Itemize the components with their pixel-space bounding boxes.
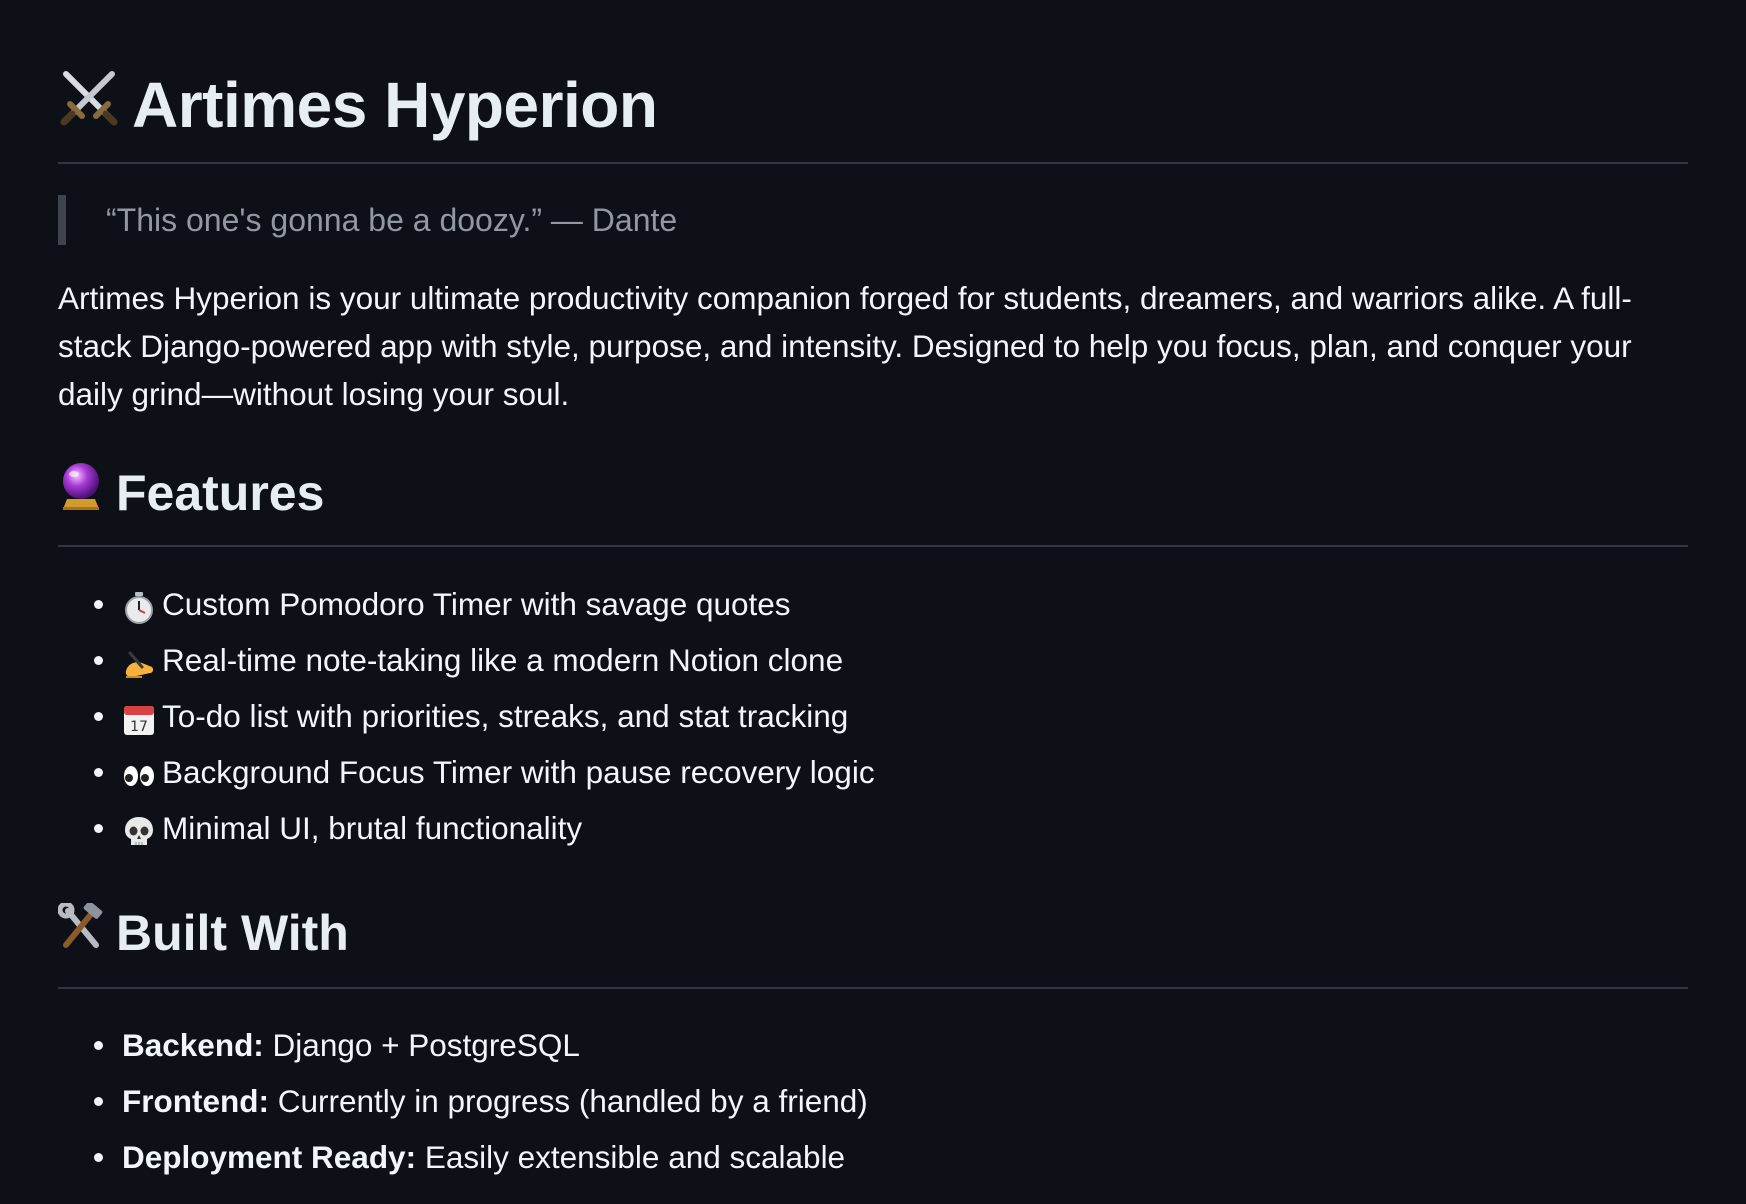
crystal-ball-icon: [58, 459, 104, 529]
skull-icon: [122, 810, 156, 846]
tech-value: Easily extensible and scalable: [416, 1138, 846, 1175]
bullet-icon: [94, 1096, 103, 1106]
list-item: Background Focus Timer with pause recove…: [58, 744, 1688, 800]
readme-content: Artimes Hyperion “This one's gonna be a …: [57, 0, 1688, 1185]
hammer-and-wrench-icon: [57, 899, 104, 969]
tech-label: Backend:: [122, 1026, 264, 1063]
calendar-icon: 17: [122, 698, 156, 736]
writing-hand-icon: [122, 642, 156, 679]
stopwatch-icon: [122, 586, 156, 625]
bullet-icon: [94, 599, 103, 609]
bullet-icon: [94, 823, 103, 833]
svg-text:17: 17: [130, 719, 148, 735]
built-with-list: Backend: Django + PostgreSQL Frontend: C…: [58, 1017, 1688, 1185]
page-title: Artimes Hyperion: [58, 0, 1688, 164]
built-with-heading: Built With: [57, 898, 1688, 989]
quote-text: “This one's gonna be a doozy.” — Dante: [106, 202, 678, 238]
bullet-icon: [94, 655, 103, 665]
list-item: Frontend: Currently in progress (handled…: [58, 1073, 1688, 1129]
list-item: Deployment Ready: Easily extensible and …: [58, 1129, 1688, 1185]
bullet-icon: [94, 711, 103, 721]
tech-label: Deployment Ready:: [122, 1138, 417, 1175]
features-heading-text: Features: [116, 465, 325, 521]
bullet-icon: [94, 1040, 103, 1050]
tech-value: Django + PostgreSQL: [263, 1026, 580, 1063]
feature-text: To-do list with priorities, streaks, and…: [162, 697, 849, 734]
bullet-icon: [94, 1152, 103, 1162]
tech-value: Currently in progress (handled by a frie…: [268, 1082, 868, 1119]
list-item: Backend: Django + PostgreSQL: [58, 1017, 1688, 1073]
feature-text: Real-time note-taking like a modern Noti…: [162, 641, 844, 678]
page-title-text: Artimes Hyperion: [132, 69, 658, 141]
features-heading: Features: [58, 458, 1688, 547]
crossed-swords-icon: [58, 65, 120, 147]
feature-text: Background Focus Timer with pause recove…: [162, 753, 875, 790]
built-with-heading-text: Built With: [116, 904, 349, 961]
list-item: Real-time note-taking like a modern Noti…: [58, 632, 1688, 688]
tech-label: Frontend:: [122, 1082, 269, 1119]
quote-block: “This one's gonna be a doozy.” — Dante: [58, 195, 1688, 245]
features-list: Custom Pomodoro Timer with savage quotes…: [58, 576, 1688, 856]
project-description: Artimes Hyperion is your ultimate produc…: [58, 280, 1632, 412]
bullet-icon: [94, 767, 103, 777]
list-item: Custom Pomodoro Timer with savage quotes: [58, 576, 1688, 632]
feature-text: Minimal UI, brutal functionality: [162, 809, 583, 846]
list-item: 17 To-do list with priorities, streaks, …: [58, 688, 1688, 744]
eyes-icon: [122, 754, 156, 788]
list-item: Minimal UI, brutal functionality: [58, 800, 1688, 856]
feature-text: Custom Pomodoro Timer with savage quotes: [162, 585, 791, 622]
